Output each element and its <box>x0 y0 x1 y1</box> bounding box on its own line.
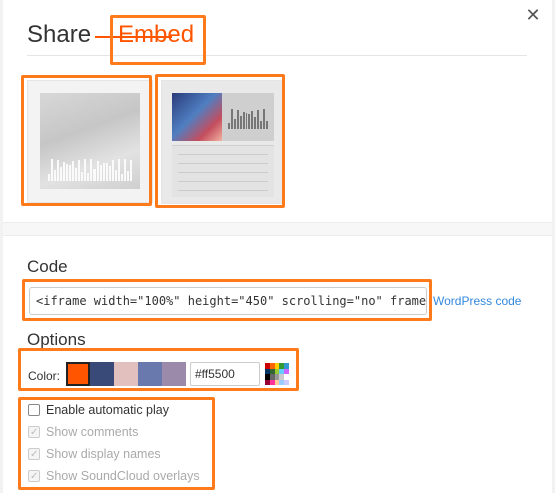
color-swatch-blue[interactable] <box>138 362 162 386</box>
waveform-bar <box>265 121 268 129</box>
waveform-bar <box>242 111 245 129</box>
widget-visual-player[interactable] <box>27 80 153 203</box>
waveform-bar <box>260 120 263 129</box>
waveform-icon <box>48 159 132 181</box>
waveform-bar <box>84 159 87 181</box>
waveform-bar <box>233 119 236 129</box>
artwork-thumbnail <box>172 93 222 141</box>
checkbox-box[interactable] <box>28 425 40 441</box>
palette-cell <box>284 379 289 385</box>
waveform-bar <box>245 113 248 129</box>
embed-dialog: ✕ Share Embed Code <iframe width="100%" … <box>3 0 552 493</box>
waveform-bar <box>93 168 96 181</box>
waveform-bar <box>87 172 90 181</box>
waveform-bar <box>263 109 265 129</box>
waveform-bar <box>239 116 242 129</box>
section-divider <box>3 222 552 236</box>
color-swatch-orange[interactable] <box>66 362 90 386</box>
waveform-bar <box>63 162 66 181</box>
tab-embed[interactable]: Embed <box>118 20 194 50</box>
waveform-bar <box>96 160 99 181</box>
waveform-bar <box>60 166 63 181</box>
checkbox-label: Show display names <box>46 447 161 461</box>
color-swatch-navy[interactable] <box>90 362 114 386</box>
checkbox-label: Enable automatic play <box>46 403 169 417</box>
waveform-bar <box>102 163 105 181</box>
widget-classic-player[interactable] <box>161 80 285 204</box>
waveform-bar <box>111 160 114 181</box>
waveform-bar <box>75 168 78 181</box>
code-heading: Code <box>27 257 68 276</box>
artwork-thumbnail <box>40 93 140 189</box>
tab-bar: Share Embed <box>27 20 527 56</box>
waveform-bar <box>230 109 233 129</box>
color-swatch-pink[interactable] <box>114 362 138 386</box>
waveform-bar <box>99 165 102 181</box>
waveform-bar <box>120 173 123 181</box>
waveform-bar <box>117 159 120 181</box>
waveform-bar <box>228 123 230 129</box>
checkbox-label: Show comments <box>46 425 139 439</box>
tab-share[interactable]: Share <box>27 20 91 50</box>
waveform-icon <box>228 109 268 129</box>
waveform-bar <box>251 110 254 129</box>
waveform-bar <box>72 161 75 181</box>
active-tab-indicator <box>95 36 172 38</box>
checkbox-box[interactable] <box>28 469 40 485</box>
waveform-bar <box>108 166 111 181</box>
waveform-bar <box>105 162 108 181</box>
checkbox-box[interactable] <box>28 404 40 416</box>
waveform-bar <box>248 114 251 129</box>
embed-code-field[interactable]: <iframe width="100%" height="450" scroll… <box>29 287 427 315</box>
color-palette-icon[interactable] <box>265 363 289 385</box>
waveform-bar <box>90 159 93 181</box>
tracklist-preview <box>172 145 274 197</box>
checkbox-label: Show SoundCloud overlays <box>46 469 200 483</box>
wordpress-code-link[interactable]: WordPress code <box>433 294 521 308</box>
waveform-bar <box>114 169 117 181</box>
waveform-bar <box>48 174 51 181</box>
waveform-bar <box>78 159 81 181</box>
waveform-bar <box>129 159 132 181</box>
waveform-bar <box>54 170 57 181</box>
waveform-bar <box>57 160 60 181</box>
waveform-bar <box>51 159 54 181</box>
waveform-bar <box>126 171 129 181</box>
waveform-bar <box>66 163 69 181</box>
waveform-bar <box>81 172 84 181</box>
waveform-bar <box>257 109 260 129</box>
waveform-bar <box>69 164 72 181</box>
waveform-bar <box>236 110 239 129</box>
color-label: Color: <box>28 369 61 383</box>
color-hex-input[interactable]: #ff5500 <box>190 362 260 386</box>
options-heading: Options <box>27 330 86 349</box>
color-swatch-lavender[interactable] <box>162 362 186 386</box>
waveform-bar <box>254 117 257 129</box>
waveform-bar <box>123 159 126 181</box>
checkbox-box[interactable] <box>28 447 40 463</box>
